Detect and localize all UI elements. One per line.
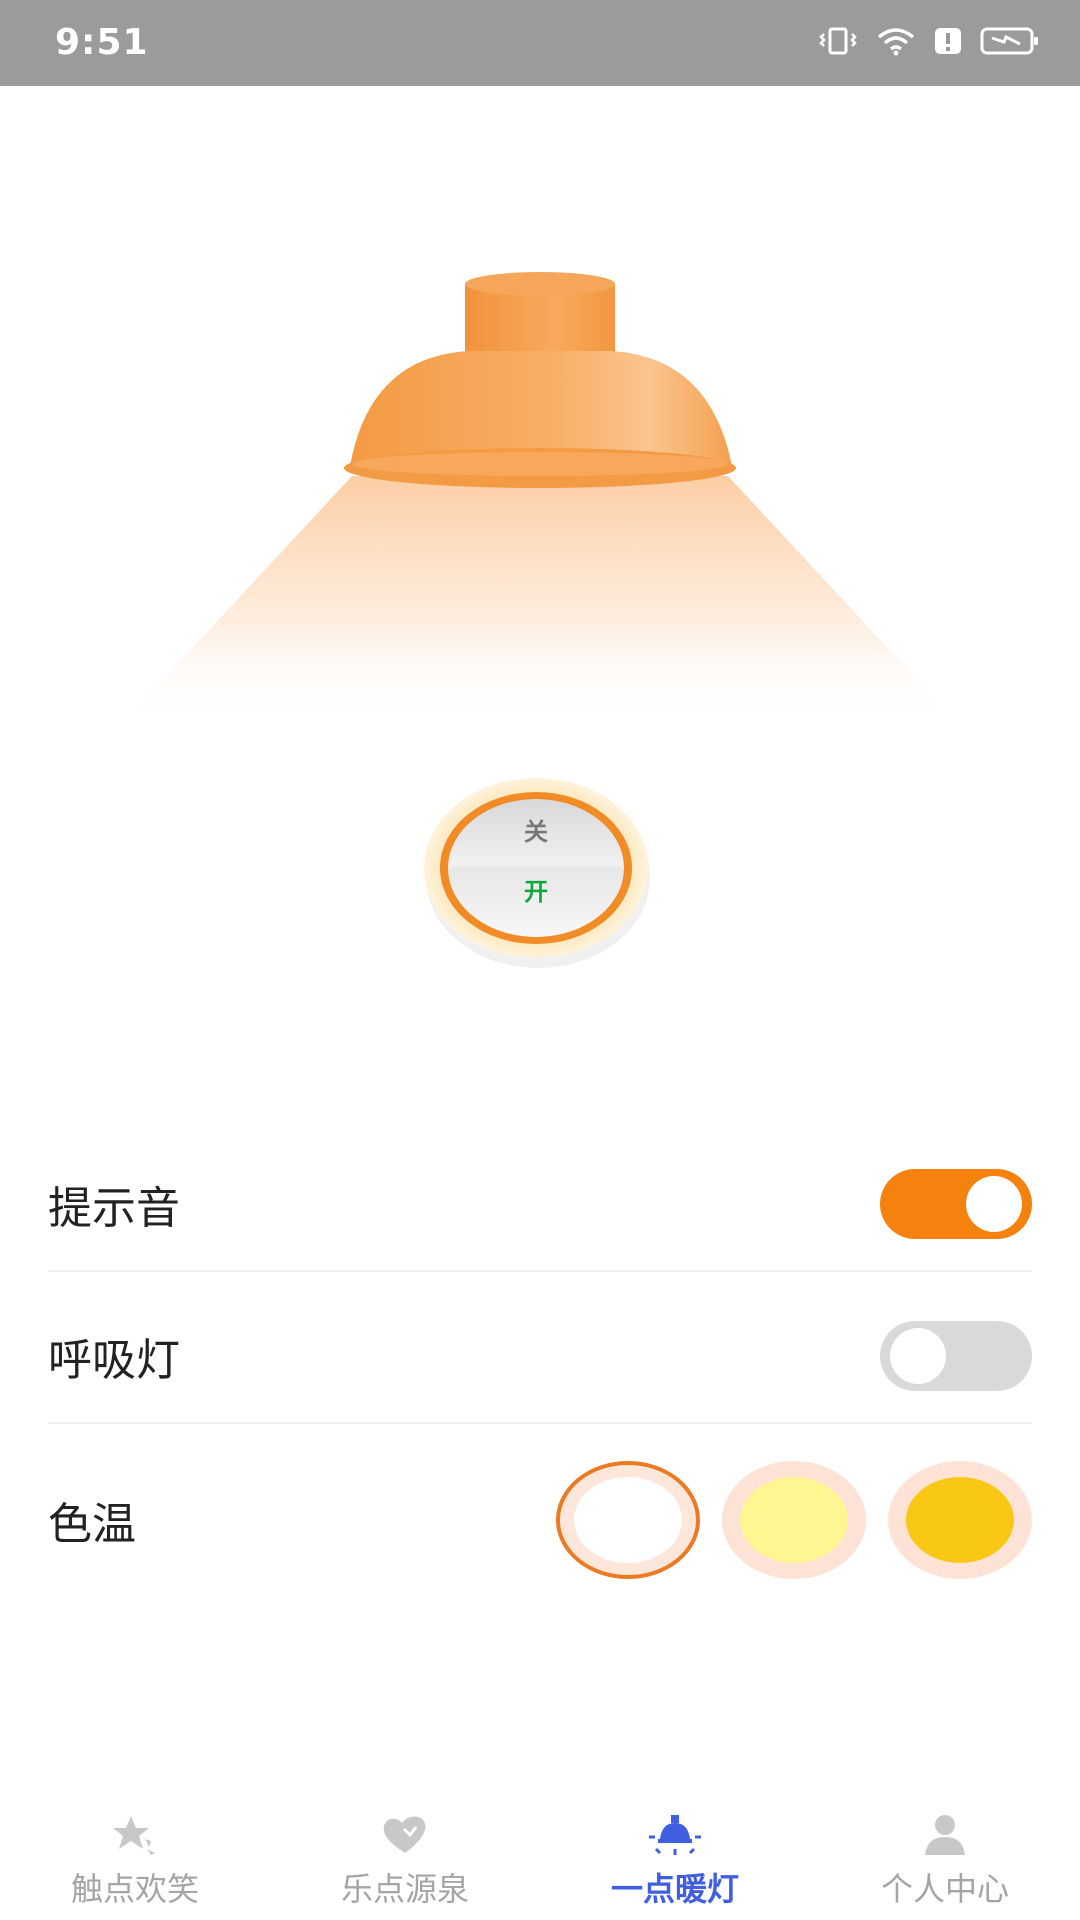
person-icon — [921, 1810, 969, 1860]
setting-row-color-temperature: 色温 — [48, 1460, 1032, 1580]
star-icon — [111, 1810, 159, 1860]
battery-icon — [980, 26, 1040, 56]
lamp-illustration — [0, 86, 1080, 746]
toggle-knob — [966, 1176, 1022, 1232]
nav-item-warm-light[interactable]: 一点暖灯 — [540, 1800, 810, 1920]
nav-item-laughter[interactable]: 触点欢笑 — [0, 1800, 270, 1920]
nav-item-source[interactable]: 乐点源泉 — [270, 1800, 540, 1920]
bottom-nav: 触点欢笑 乐点源泉 一点暖灯 个人中心 — [0, 1800, 1080, 1920]
color-swatch-yellow[interactable] — [888, 1461, 1032, 1579]
divider — [48, 1270, 1032, 1272]
toggle-knob — [890, 1328, 946, 1384]
color-temperature-label: 色温 — [48, 1499, 136, 1550]
wifi-icon — [876, 26, 916, 56]
screen: 9:51 关 开 提示音 呼吸灯 色温 触点欢笑 乐点源泉 一点暖灯 个人中心 — [0, 0, 1080, 1920]
sound-label: 提示音 — [48, 1183, 180, 1234]
status-time: 9:51 — [55, 22, 149, 63]
switch-off-label: 关 — [524, 818, 548, 846]
lamp-icon — [648, 1810, 702, 1860]
setting-row-sound: 提示音 — [48, 1160, 1032, 1248]
switch-on-label: 开 — [524, 878, 548, 906]
nav-label: 一点暖灯 — [610, 1870, 739, 1908]
breathing-light-toggle[interactable] — [880, 1321, 1032, 1391]
breathing-light-label: 呼吸灯 — [48, 1335, 180, 1386]
divider — [48, 1422, 1032, 1424]
heart-icon — [380, 1810, 430, 1860]
sound-toggle[interactable] — [880, 1169, 1032, 1239]
status-icons — [818, 26, 1040, 56]
swatch-fill — [740, 1477, 848, 1563]
swatch-fill — [574, 1477, 682, 1563]
color-swatch-white[interactable] — [556, 1461, 700, 1579]
vibrate-icon — [818, 26, 858, 56]
status-bar: 9:51 — [0, 0, 1080, 86]
setting-row-breathing-light: 呼吸灯 — [48, 1312, 1032, 1400]
nav-label: 乐点源泉 — [340, 1870, 469, 1908]
swatch-fill — [906, 1477, 1014, 1563]
color-temperature-options — [556, 1461, 1032, 1579]
nav-label: 触点欢笑 — [70, 1870, 199, 1908]
alert-icon — [934, 26, 962, 56]
nav-label: 个人中心 — [880, 1870, 1009, 1908]
nav-item-profile[interactable]: 个人中心 — [810, 1800, 1080, 1920]
power-switch[interactable]: 关 开 — [416, 768, 656, 968]
color-swatch-light-yellow[interactable] — [722, 1461, 866, 1579]
